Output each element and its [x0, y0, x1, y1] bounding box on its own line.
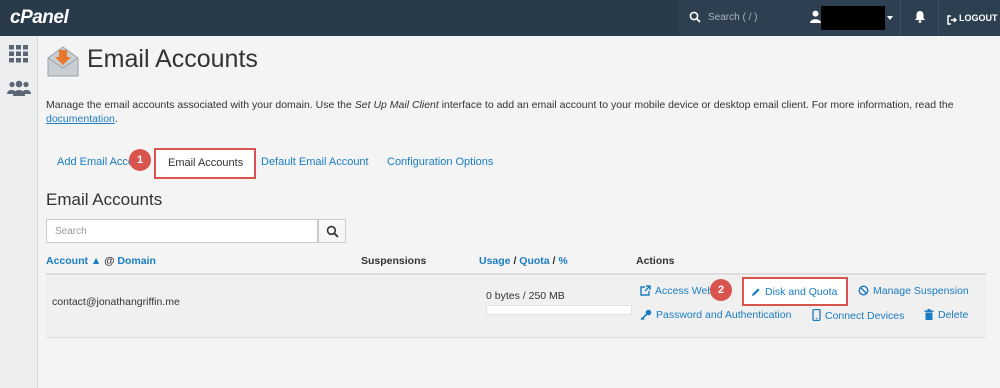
redacted-username — [821, 6, 885, 30]
cpanel-logo[interactable]: cPanel — [10, 7, 69, 29]
email-envelope-icon — [46, 44, 80, 83]
tab-email-accounts[interactable]: Email Accounts — [154, 148, 256, 179]
tab-bar: Add Email Acco Email Accounts Default Em… — [46, 148, 986, 180]
access-webmail-link[interactable]: Access Webr — [640, 285, 717, 297]
pencil-icon — [752, 288, 760, 296]
delete-link[interactable]: Delete — [924, 309, 968, 321]
description-text-2: interface to add an email account to you… — [438, 99, 954, 111]
account-email: contact@jonathangriffin.me — [52, 296, 180, 308]
ban-icon — [858, 285, 869, 296]
usage-text: 0 bytes / 250 MB — [486, 290, 565, 302]
header-account[interactable]: Account ▲ @ Domain — [46, 255, 156, 267]
disk-and-quota-link[interactable]: Disk and Quota — [751, 286, 837, 298]
header-percent[interactable]: % — [558, 255, 567, 267]
page-description: Manage the email accounts associated wit… — [46, 98, 986, 126]
connect-devices-link[interactable]: Connect Devices — [812, 308, 905, 322]
logout-icon — [947, 12, 958, 30]
header-slash-2: / — [552, 255, 556, 267]
sidebar — [0, 36, 38, 388]
tab-add-email-account[interactable]: Add Email Acco — [57, 156, 134, 168]
bell-icon — [914, 10, 926, 28]
search-icon — [326, 225, 339, 243]
search-icon — [689, 10, 701, 28]
user-icon — [810, 10, 821, 28]
trash-icon — [924, 309, 934, 320]
disk-and-quota-button[interactable]: Disk and Quota — [742, 277, 848, 306]
disk-and-quota-label: Disk and Quota — [765, 286, 838, 298]
access-webmail-label: Access Webr — [655, 285, 717, 297]
accounts-search-button[interactable] — [318, 219, 346, 243]
header-usage-quota: Usage / Quota / % — [479, 255, 568, 267]
grid-icon[interactable] — [9, 45, 29, 68]
connect-devices-label: Connect Devices — [825, 310, 905, 322]
callout-badge-2: 2 — [710, 279, 732, 301]
documentation-link[interactable]: documentation — [46, 113, 115, 125]
description-text-1: Manage the email accounts associated wit… — [46, 99, 355, 111]
manage-suspension-link[interactable]: Manage Suspension — [858, 285, 969, 297]
user-menu[interactable] — [800, 0, 900, 36]
header-suspensions[interactable]: Suspensions — [361, 255, 426, 267]
header-slash-1: / — [513, 255, 517, 267]
logout-label: LOGOUT — [959, 13, 998, 23]
header-quota[interactable]: Quota — [519, 255, 549, 267]
password-authentication-link[interactable]: Password and Authentication — [640, 309, 791, 321]
description-end: . — [114, 113, 118, 125]
delete-label: Delete — [938, 309, 969, 321]
header-account-label[interactable]: Account — [46, 255, 88, 267]
main-content: Email Accounts Manage the email accounts… — [38, 36, 1000, 388]
password-authentication-label: Password and Authentication — [656, 309, 792, 321]
page-title: Email Accounts — [87, 45, 258, 73]
sort-arrow-icon: ▲ — [90, 255, 102, 267]
notifications-button[interactable] — [900, 0, 938, 36]
usage-progress-bar — [486, 305, 632, 315]
users-icon[interactable] — [7, 80, 31, 101]
tab-configuration-options[interactable]: Configuration Options — [387, 156, 493, 168]
global-search[interactable]: Search ( / ) — [678, 0, 800, 36]
accounts-search-input[interactable]: Search — [46, 219, 318, 243]
header-domain-label[interactable]: Domain — [117, 255, 156, 267]
header-actions: Actions — [636, 255, 675, 267]
manage-suspension-label: Manage Suspension — [873, 285, 969, 297]
global-search-placeholder: Search ( / ) — [708, 12, 758, 23]
table-header: Account ▲ @ Domain Suspensions Usage / Q… — [46, 249, 986, 275]
key-icon — [640, 309, 652, 321]
top-navbar: cPanel Search ( / ) LOGOUT — [0, 0, 1000, 36]
description-em: Set Up Mail Client — [354, 99, 439, 111]
tab-email-accounts-label: Email Accounts — [168, 157, 244, 169]
external-link-icon — [640, 285, 651, 296]
callout-badge-1: 1 — [129, 149, 151, 171]
logout-button[interactable]: LOGOUT — [938, 0, 1000, 36]
tab-default-email-account[interactable]: Default Email Account — [261, 156, 369, 168]
chevron-down-icon — [887, 16, 893, 20]
header-usage[interactable]: Usage — [479, 255, 511, 267]
header-at: @ — [104, 255, 115, 267]
mobile-icon — [812, 308, 821, 322]
section-title: Email Accounts — [46, 190, 163, 209]
